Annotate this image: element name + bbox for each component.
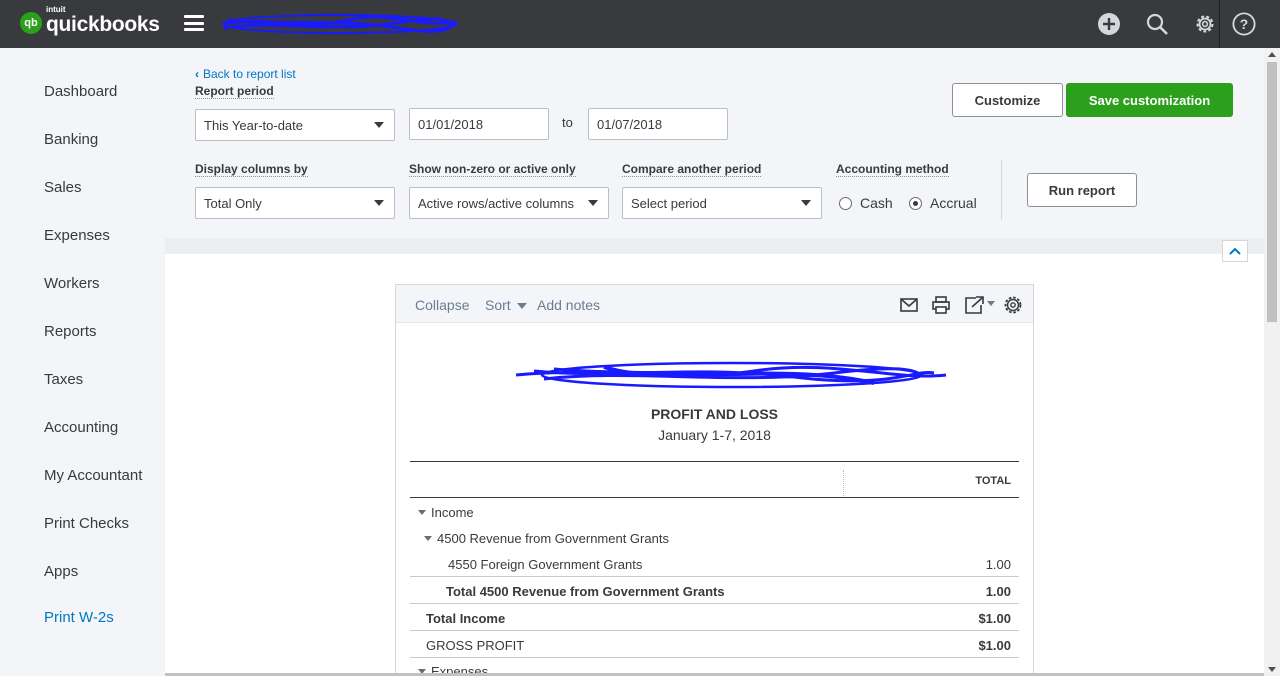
sidebar-item-sales[interactable]: Sales xyxy=(44,179,82,196)
redacted-company-name xyxy=(221,14,459,34)
caret-down-icon xyxy=(801,200,811,206)
compare-period-value: Select period xyxy=(631,195,707,211)
sidebar-item-banking[interactable]: Banking xyxy=(44,131,98,148)
sidebar-item-taxes[interactable]: Taxes xyxy=(44,371,83,388)
sort-label: Sort xyxy=(485,297,511,313)
scroll-up-arrow-icon[interactable] xyxy=(1268,52,1276,57)
scrollbar-thumb[interactable] xyxy=(1267,62,1277,322)
row-label[interactable]: 4500 Revenue from Government Grants xyxy=(437,531,669,546)
row-amount[interactable]: $1.00 xyxy=(978,611,1011,626)
controls-divider xyxy=(1001,160,1002,220)
header-bottom-rule xyxy=(410,497,1019,498)
hamburger-menu-icon[interactable] xyxy=(184,15,204,31)
accrual-radio-option[interactable]: Accrual xyxy=(909,195,977,211)
display-columns-label: Display columns by xyxy=(195,162,308,177)
caret-down-icon xyxy=(588,200,598,206)
sidebar-item-reports[interactable]: Reports xyxy=(44,323,97,340)
redacted-company-name xyxy=(515,361,947,389)
cash-radio[interactable] xyxy=(839,196,852,210)
search-icon[interactable] xyxy=(1145,12,1169,36)
display-columns-value: Total Only xyxy=(204,195,262,211)
row-amount[interactable]: 1.00 xyxy=(986,584,1011,599)
report-area-strip xyxy=(165,238,1264,254)
sort-link[interactable]: Sort xyxy=(485,297,527,313)
row-divider xyxy=(410,576,1019,577)
help-icon[interactable]: ? xyxy=(1232,12,1256,36)
svg-text:?: ? xyxy=(1240,16,1248,32)
sidebar-item-my-accountant[interactable]: My Accountant xyxy=(44,467,142,484)
total-column-header[interactable]: TOTAL xyxy=(975,475,1011,487)
report-date-range: January 1-7, 2018 xyxy=(658,427,771,443)
sidebar-item-expenses[interactable]: Expenses xyxy=(44,227,110,244)
date-from-input[interactable]: 01/01/2018 xyxy=(409,108,549,140)
sidebar-item-apps[interactable]: Apps xyxy=(44,563,78,580)
topbar-divider xyxy=(1219,0,1220,48)
compare-period-label: Compare another period xyxy=(622,162,762,177)
sidebar: Dashboard Banking Sales Expenses Workers… xyxy=(0,48,165,676)
sidebar-item-print-checks[interactable]: Print Checks xyxy=(44,515,129,532)
row-label[interactable]: Income xyxy=(431,505,474,520)
email-icon[interactable] xyxy=(899,295,919,315)
sidebar-item-workers[interactable]: Workers xyxy=(44,275,100,292)
nonzero-value: Active rows/active columns xyxy=(418,195,575,211)
report-period-select[interactable]: This Year-to-date xyxy=(195,109,395,141)
sidebar-item-print-w2s[interactable]: Print W-2s xyxy=(44,609,114,626)
report-period-label: Report period xyxy=(195,84,274,99)
accrual-radio[interactable] xyxy=(909,196,922,210)
display-columns-select[interactable]: Total Only xyxy=(195,187,395,219)
row-label: GROSS PROFIT xyxy=(426,638,525,653)
cash-label: Cash xyxy=(860,195,893,211)
nonzero-select[interactable]: Active rows/active columns xyxy=(409,187,609,219)
report-toolbar: Collapse Sort Add notes xyxy=(396,285,1033,323)
chevron-up-icon xyxy=(1229,247,1241,255)
caret-down-icon xyxy=(516,303,527,310)
gear-icon[interactable] xyxy=(1193,12,1217,36)
cash-radio-option[interactable]: Cash xyxy=(839,195,893,211)
run-report-button[interactable]: Run report xyxy=(1027,173,1137,207)
export-icon[interactable] xyxy=(963,295,999,315)
settings-icon[interactable] xyxy=(1003,295,1023,315)
collapse-triangle-icon[interactable] xyxy=(424,536,432,542)
quickbooks-wordmark: quickbooks xyxy=(46,13,160,36)
collapse-header-button[interactable] xyxy=(1222,240,1248,262)
row-amount[interactable]: $1.00 xyxy=(978,638,1011,653)
compare-period-select[interactable]: Select period xyxy=(622,187,822,219)
row-divider xyxy=(410,603,1019,604)
row-divider xyxy=(410,630,1019,631)
row-amount[interactable]: 1.00 xyxy=(986,557,1011,572)
caret-down-icon xyxy=(374,200,384,206)
header-top-rule xyxy=(410,461,1019,462)
quickbooks-logo[interactable]: qb intuit quickbooks xyxy=(20,5,160,36)
vertical-scrollbar[interactable] xyxy=(1264,48,1280,676)
row-divider xyxy=(410,657,1019,658)
accrual-label: Accrual xyxy=(930,195,977,211)
chevron-left-icon: ‹ xyxy=(195,67,199,81)
top-bar: qb intuit quickbooks ? xyxy=(0,0,1280,48)
date-to-label: to xyxy=(562,115,573,130)
nonzero-label: Show non-zero or active only xyxy=(409,162,576,177)
customize-button[interactable]: Customize xyxy=(952,83,1063,117)
row-label: Total Income xyxy=(426,611,506,626)
save-customization-button[interactable]: Save customization xyxy=(1066,83,1233,117)
date-to-input[interactable]: 01/07/2018 xyxy=(588,108,728,140)
report-card: Collapse Sort Add notes PROFIT AND LOSS … xyxy=(395,284,1034,676)
plus-circle-icon[interactable] xyxy=(1097,12,1121,36)
scroll-down-arrow-icon[interactable] xyxy=(1268,667,1276,672)
print-icon[interactable] xyxy=(931,295,951,315)
column-divider xyxy=(843,470,844,496)
row-label: Total 4500 Revenue from Government Grant… xyxy=(446,584,725,599)
report-period-value: This Year-to-date xyxy=(204,117,304,133)
back-to-report-list-link[interactable]: ‹ Back to report list xyxy=(195,67,296,81)
row-label[interactable]: 4550 Foreign Government Grants xyxy=(448,557,642,572)
collapse-link[interactable]: Collapse xyxy=(415,297,469,313)
add-notes-link[interactable]: Add notes xyxy=(537,297,600,313)
qb-logo-mark: qb xyxy=(20,12,42,34)
collapse-triangle-icon[interactable] xyxy=(418,510,426,516)
report-title: PROFIT AND LOSS xyxy=(650,406,779,422)
caret-down-icon xyxy=(374,122,384,128)
sidebar-item-accounting[interactable]: Accounting xyxy=(44,419,118,436)
back-link-label: Back to report list xyxy=(203,67,296,81)
sidebar-item-dashboard[interactable]: Dashboard xyxy=(44,83,117,100)
accounting-method-label: Accounting method xyxy=(836,162,949,177)
